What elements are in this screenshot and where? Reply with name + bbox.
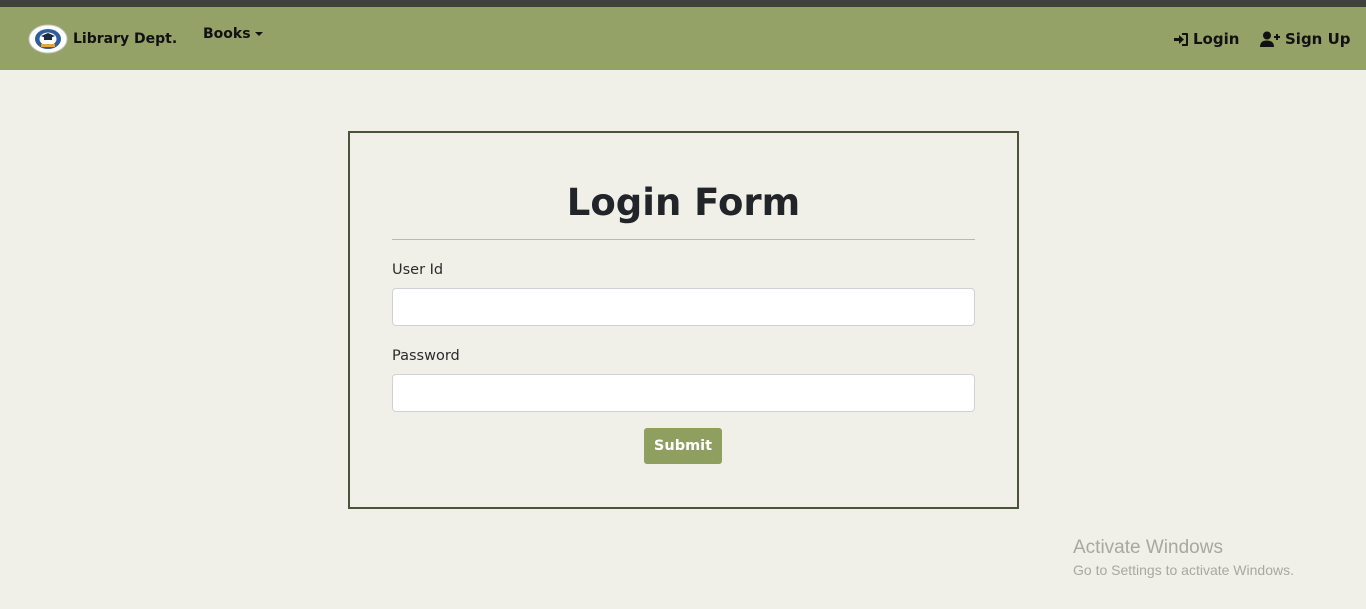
login-link-label: Login bbox=[1193, 30, 1240, 48]
page-title: Login Form bbox=[566, 181, 801, 224]
login-link[interactable]: Login bbox=[1173, 30, 1239, 48]
books-label: Books bbox=[203, 26, 251, 42]
password-input[interactable] bbox=[392, 374, 975, 412]
signup-link[interactable]: Sign Up bbox=[1260, 30, 1351, 48]
caret-down-icon bbox=[254, 32, 263, 36]
browser-top-strip bbox=[0, 0, 1366, 7]
sign-in-icon bbox=[1174, 32, 1188, 46]
library-logo-icon bbox=[28, 24, 68, 54]
watermark-title: Activate Windows bbox=[1073, 537, 1223, 558]
user-id-input[interactable] bbox=[392, 288, 975, 326]
watermark-subtitle: Go to Settings to activate Windows. bbox=[1073, 562, 1294, 578]
brand-name: Library Dept. bbox=[73, 31, 178, 47]
brand-link[interactable]: Library Dept. bbox=[28, 23, 177, 55]
navbar: Library Dept. Books Login Sign Up bbox=[0, 7, 1366, 70]
user-id-label: User Id bbox=[392, 262, 444, 278]
books-dropdown[interactable]: Books bbox=[203, 26, 263, 42]
login-form-card: Login Form User Id Password Submit bbox=[348, 131, 1019, 509]
activate-windows-watermark: Activate Windows Go to Settings to activ… bbox=[1073, 537, 1294, 579]
title-divider bbox=[392, 239, 975, 240]
password-label: Password bbox=[392, 348, 460, 364]
user-plus-icon bbox=[1260, 31, 1280, 47]
submit-button[interactable]: Submit bbox=[644, 428, 722, 464]
signup-link-label: Sign Up bbox=[1285, 30, 1351, 48]
